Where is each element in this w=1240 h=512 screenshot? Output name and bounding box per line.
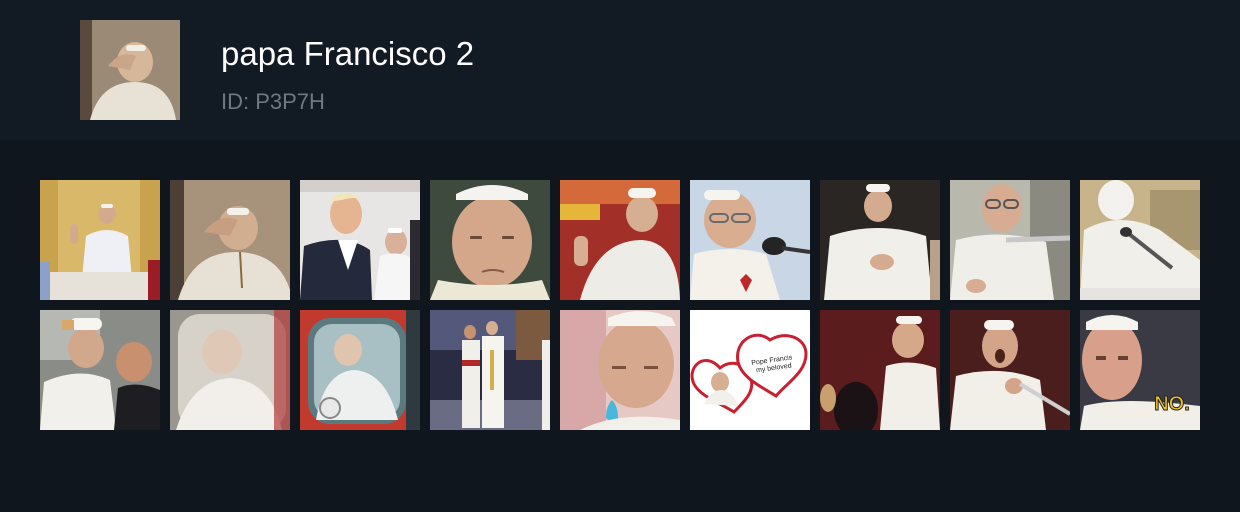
sticker-pope-blurred-microphone[interactable] xyxy=(1080,180,1200,300)
sticker-pope-shocked-pointing[interactable] xyxy=(950,310,1070,430)
sticker-man-in-suit-with-pope[interactable] xyxy=(300,180,420,300)
sticker-pope-at-microphone[interactable] xyxy=(950,180,1070,300)
sticker-pope-glasses-microphone[interactable] xyxy=(690,180,810,300)
sticker-pope-no[interactable]: NO. xyxy=(1080,310,1200,430)
sticker-pope-hand-on-forehead[interactable] xyxy=(170,180,290,300)
pack-thumbnail xyxy=(80,20,180,120)
sticker-pope-in-popemobile[interactable] xyxy=(300,310,420,430)
pack-header: papa Francisco 2 ID: P3P7H xyxy=(0,0,1240,140)
svg-text:NO.: NO. xyxy=(1154,393,1190,415)
sticker-pope-with-clergy-stage[interactable] xyxy=(430,310,550,430)
sticker-pope-crying-tear[interactable] xyxy=(560,310,680,430)
sticker-pope-raising-hand[interactable] xyxy=(560,180,680,300)
sticker-pope-closeup-frown[interactable] xyxy=(430,180,550,300)
sticker-pope-behind-glass[interactable] xyxy=(170,310,290,430)
sticker-pope-waving-balcony[interactable] xyxy=(40,180,160,300)
sticker-pope-kissing-child[interactable] xyxy=(40,310,160,430)
pack-title: papa Francisco 2 xyxy=(221,35,475,72)
sticker-pope-smiling-crowd[interactable] xyxy=(820,310,940,430)
pack-id: ID: P3P7H xyxy=(221,89,325,114)
sticker-grid: Pope Francis my beloved NO. xyxy=(40,180,1200,430)
sticker-pope-clasped-hands[interactable] xyxy=(820,180,940,300)
sticker-pope-heart-beloved[interactable]: Pope Francis my beloved xyxy=(690,310,810,430)
